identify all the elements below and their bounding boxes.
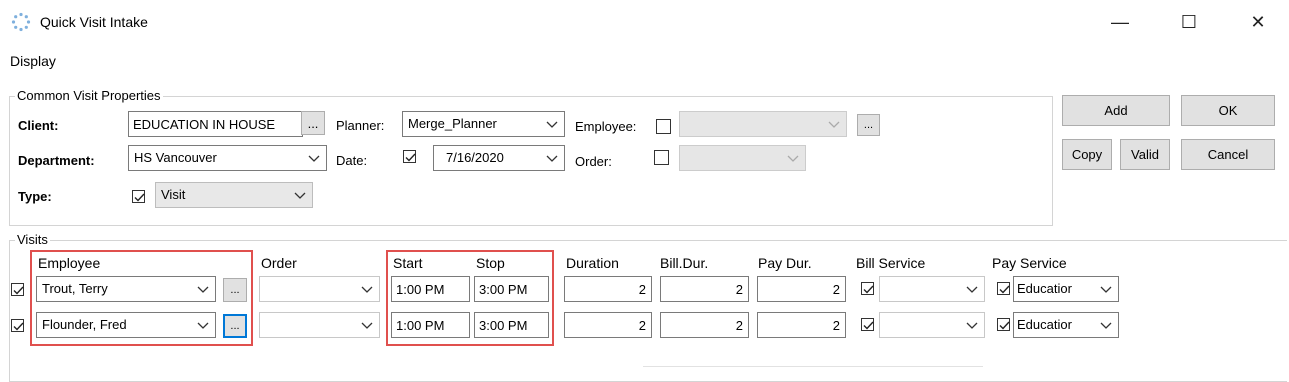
checkmark-icon (13, 322, 24, 331)
ok-button[interactable]: OK (1181, 95, 1275, 126)
minimize-button[interactable]: — (1097, 6, 1143, 38)
highlight-start-stop-columns (386, 250, 554, 346)
row-bill-service-combo[interactable] (879, 276, 985, 302)
row-select-checkbox[interactable] (11, 283, 24, 296)
date-value: 7/16/2020 (446, 150, 504, 165)
date-checkbox[interactable] (403, 150, 416, 163)
row-bill-dur-field[interactable]: 2 (660, 276, 749, 302)
date-label: Date: (336, 153, 368, 168)
chevron-down-icon (828, 121, 840, 128)
header-bill-dur: Bill.Dur. (660, 255, 709, 271)
checkmark-icon (999, 321, 1010, 330)
row-select-checkbox[interactable] (11, 319, 24, 332)
row-order-combo[interactable] (259, 312, 380, 338)
chevron-down-icon (546, 155, 558, 162)
window-title: Quick Visit Intake (40, 14, 148, 30)
chevron-down-icon (294, 192, 306, 199)
title-bar (0, 0, 1289, 46)
planner-label: Planner: (336, 118, 385, 133)
checkmark-icon (999, 285, 1010, 294)
checkmark-icon (863, 285, 874, 294)
divider (643, 366, 983, 367)
header-order: Order (261, 255, 297, 271)
app-icon (11, 12, 31, 32)
highlight-employee-column (30, 250, 253, 346)
row-pay-dur-field[interactable]: 2 (757, 276, 846, 302)
employee-label: Employee: (575, 119, 637, 134)
row-bill-service-combo[interactable] (879, 312, 985, 338)
chevron-down-icon (361, 286, 373, 293)
checkmark-icon (405, 153, 416, 162)
type-checkbox[interactable] (132, 190, 145, 203)
order-checkbox[interactable] (654, 150, 669, 165)
row-bill-dur-field[interactable]: 2 (660, 312, 749, 338)
chevron-down-icon (966, 322, 978, 329)
cancel-button[interactable]: Cancel (1181, 139, 1275, 170)
visits-title: Visits (15, 232, 50, 247)
chevron-down-icon (1100, 322, 1112, 329)
row-pay-service-checkbox[interactable] (997, 318, 1010, 331)
row-order-combo[interactable] (259, 276, 380, 302)
checkmark-icon (863, 321, 874, 330)
client-label: Client: (18, 118, 59, 133)
row-pay-service-combo[interactable]: Educatior (1013, 312, 1119, 338)
add-button[interactable]: Add (1062, 95, 1170, 126)
chevron-down-icon (308, 155, 320, 162)
checkmark-icon (13, 286, 24, 295)
employee-lookup-button[interactable]: ... (857, 114, 880, 136)
maximize-button[interactable]: ☐ (1166, 6, 1212, 38)
close-button[interactable]: ✕ (1235, 6, 1281, 38)
type-label: Type: (18, 189, 52, 204)
employee-checkbox[interactable] (656, 119, 671, 134)
row-duration-field[interactable]: 2 (564, 276, 652, 302)
department-label: Department: (18, 153, 95, 168)
header-pay-service: Pay Service (992, 255, 1067, 271)
department-combo[interactable]: HS Vancouver (128, 145, 327, 171)
client-lookup-button[interactable]: ... (301, 111, 325, 135)
row-bill-service-checkbox[interactable] (861, 282, 874, 295)
common-properties-title: Common Visit Properties (15, 88, 163, 103)
department-value: HS Vancouver (134, 150, 217, 165)
row-pay-service-combo[interactable]: Educatior (1013, 276, 1119, 302)
menu-display[interactable]: Display (10, 53, 56, 69)
date-picker[interactable]: 7/16/2020 (433, 145, 565, 171)
order-label: Order: (575, 154, 612, 169)
planner-combo[interactable]: Merge_Planner (402, 111, 565, 137)
valid-button[interactable]: Valid (1120, 139, 1170, 170)
header-bill-service: Bill Service (856, 255, 926, 271)
row-pay-service-value: Educatior (1017, 281, 1072, 296)
chevron-down-icon (1100, 286, 1112, 293)
type-value: Visit (161, 187, 186, 202)
row-pay-dur-field[interactable]: 2 (757, 312, 846, 338)
chevron-down-icon (546, 121, 558, 128)
row-bill-service-checkbox[interactable] (861, 318, 874, 331)
row-pay-service-value: Educatior (1017, 317, 1072, 332)
planner-value: Merge_Planner (408, 116, 497, 131)
header-duration: Duration (566, 255, 619, 271)
client-field[interactable]: EDUCATION IN HOUSE (128, 111, 303, 137)
row-pay-service-checkbox[interactable] (997, 282, 1010, 295)
chevron-down-icon (361, 322, 373, 329)
chevron-down-icon (787, 155, 799, 162)
type-combo[interactable]: Visit (155, 182, 313, 208)
employee-combo[interactable] (679, 111, 847, 137)
order-combo[interactable] (679, 145, 806, 171)
chevron-down-icon (966, 286, 978, 293)
copy-button[interactable]: Copy (1062, 139, 1112, 170)
header-pay-dur: Pay Dur. (758, 255, 812, 271)
row-duration-field[interactable]: 2 (564, 312, 652, 338)
checkmark-icon (134, 193, 145, 202)
